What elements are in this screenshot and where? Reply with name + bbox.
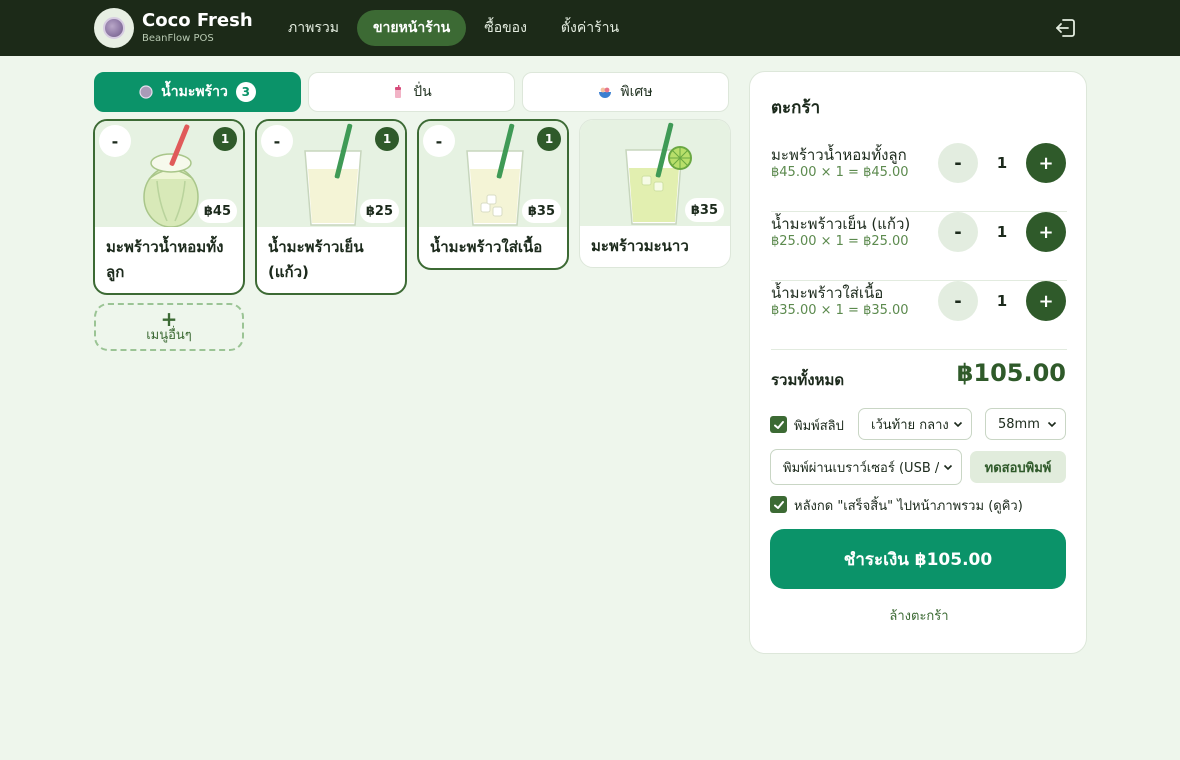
cart-panel: ตะกร้า มะพร้าวน้ำหอมทั้งลูก ฿45.00 × 1 =… (749, 71, 1087, 654)
print-slip-label: พิมพ์สลิป (794, 419, 844, 434)
category-label: พิเศษ (620, 84, 653, 100)
top-bar: Coco Fresh BeanFlow POS ภาพรวม ขายหน้าร้… (0, 0, 1180, 56)
cart-item-qty: 1 (996, 154, 1008, 172)
cart-item-detail: ฿25.00 × 1 = ฿25.00 (771, 234, 909, 249)
cart-item-name: มะพร้าวน้ำหอมทั้งลูก (771, 146, 907, 164)
product-name: มะพร้าวน้ำหอมทั้งลูก (106, 238, 224, 281)
cart-item-increase-button[interactable]: + (1026, 281, 1066, 321)
cart-item: น้ำมะพร้าวเย็น (แก้ว) ฿25.00 × 1 = ฿25.0… (771, 212, 1067, 281)
category-label: น้ำมะพร้าว (161, 84, 228, 100)
category-label: ปั่น (413, 84, 432, 100)
decrease-qty-button[interactable]: - (423, 125, 455, 157)
product-image: - 1 ฿35 (419, 121, 567, 227)
nav-item-overview[interactable]: ภาพรวม (272, 10, 355, 46)
print-slip-checkbox[interactable] (770, 416, 787, 433)
cart-item-name: น้ำมะพร้าวใส่เนื้อ (771, 284, 884, 302)
cart-item-increase-button[interactable]: + (1026, 143, 1066, 183)
cart-item: น้ำมะพร้าวใส่เนื้อ ฿35.00 × 1 = ฿35.00 -… (771, 281, 1067, 350)
qty-badge: 1 (375, 127, 399, 151)
checkmark-icon (773, 500, 784, 509)
product-card-coconut-lime[interactable]: ฿35 มะพร้าวมะนาว (579, 119, 731, 268)
smoothie-icon (395, 85, 402, 98)
decrease-qty-button[interactable]: - (99, 125, 131, 157)
app-name: Coco Fresh (142, 10, 253, 31)
category-count-badge: 3 (235, 82, 256, 102)
cart-item-decrease-button[interactable]: - (938, 212, 978, 252)
cart-item-decrease-button[interactable]: - (938, 143, 978, 183)
category-tab-coconut-water[interactable]: น้ำมะพร้าว 3 (94, 72, 301, 112)
dessert-bowl-icon (599, 87, 612, 98)
cart-item-detail: ฿35.00 × 1 = ฿35.00 (771, 303, 909, 318)
cart-item-detail: ฿45.00 × 1 = ฿45.00 (771, 165, 909, 180)
product-image: - 1 ฿45 (95, 121, 243, 227)
price-tag: ฿35 (684, 198, 724, 222)
category-tab-special[interactable]: พิเศษ (522, 72, 729, 112)
coconut-logo-icon (103, 17, 125, 39)
cart-title: ตะกร้า (771, 98, 821, 118)
qty-badge: 1 (537, 127, 561, 151)
app-subtitle: BeanFlow POS (142, 33, 214, 44)
cart-item-qty: 1 (996, 223, 1008, 241)
logout-icon[interactable] (1054, 16, 1078, 40)
slip-margin-select[interactable]: เว้นท้าย กลาง (858, 408, 972, 440)
price-tag: ฿25 (359, 199, 399, 223)
printer-method-select[interactable]: พิมพ์ผ่านเบราว์เซอร์ (USB / (770, 449, 962, 485)
slip-margin-value: เว้นท้าย กลาง (871, 417, 949, 433)
category-tabs: น้ำมะพร้าว 3 ปั่น พิเศษ (94, 72, 729, 112)
total-label: รวมทั้งหมด (771, 371, 845, 389)
price-tag: ฿35 (521, 199, 561, 223)
qty-badge: 1 (213, 127, 237, 151)
decrease-qty-button[interactable]: - (261, 125, 293, 157)
goto-overview-label: หลังกด "เสร็จสิ้น" ไปหน้าภาพรวม (ดูคิว) (794, 499, 1023, 514)
product-name: มะพร้าวมะนาว (591, 237, 689, 255)
paper-size-select[interactable]: 58mm (985, 408, 1066, 440)
category-tab-smoothie[interactable]: ปั่น (308, 72, 515, 112)
price-tag: ฿45 (197, 199, 237, 223)
product-name: น้ำมะพร้าวใส่เนื้อ (430, 238, 543, 256)
nav-item-settings[interactable]: ตั้งค่าร้าน (545, 10, 635, 46)
plus-icon: + (160, 307, 178, 331)
product-card-whole-coconut[interactable]: - 1 ฿45 มะพร้าวน้ำหอมทั้งลูก (93, 119, 245, 295)
add-other-menu-label: เมนูอื่นๆ (146, 328, 192, 343)
add-other-menu-button[interactable]: + เมนูอื่นๆ (94, 303, 244, 351)
nav-item-purchase[interactable]: ซื้อของ (468, 10, 543, 46)
clear-cart-link[interactable]: ล้างตะกร้า (750, 605, 1088, 626)
product-name: น้ำมะพร้าวเย็น (แก้ว) (268, 238, 364, 281)
chevron-down-icon (943, 464, 953, 471)
cart-item-decrease-button[interactable]: - (938, 281, 978, 321)
cart-item-qty: 1 (996, 292, 1008, 310)
checkmark-icon (773, 420, 784, 429)
goto-overview-checkbox[interactable] (770, 496, 787, 513)
paper-size-value: 58mm (998, 416, 1040, 432)
test-print-button[interactable]: ทดสอบพิมพ์ (970, 451, 1066, 483)
cart-item-increase-button[interactable]: + (1026, 212, 1066, 252)
app-logo (94, 8, 134, 48)
coconut-icon (139, 85, 153, 99)
product-image: ฿35 (580, 120, 730, 226)
main-nav: ภาพรวม ขายหน้าร้าน ซื้อของ ตั้งค่าร้าน (272, 10, 635, 46)
nav-item-pos[interactable]: ขายหน้าร้าน (356, 10, 467, 46)
pay-button[interactable]: ชำระเงิน ฿105.00 (770, 529, 1066, 589)
product-card-coconut-with-meat[interactable]: - 1 ฿35 น้ำมะพร้าวใส่เนื้อ (417, 119, 569, 270)
chevron-down-icon (953, 421, 963, 428)
product-image: - 1 ฿25 (257, 121, 405, 227)
chevron-down-icon (1047, 421, 1057, 428)
total-value: ฿105.00 (956, 359, 1066, 387)
printer-method-value: พิมพ์ผ่านเบราว์เซอร์ (USB / (783, 460, 939, 476)
product-card-iced-coconut-glass[interactable]: - 1 ฿25 น้ำมะพร้าวเย็น (แก้ว) (255, 119, 407, 295)
cart-item-name: น้ำมะพร้าวเย็น (แก้ว) (771, 215, 911, 233)
cart-item: มะพร้าวน้ำหอมทั้งลูก ฿45.00 × 1 = ฿45.00… (771, 143, 1067, 212)
